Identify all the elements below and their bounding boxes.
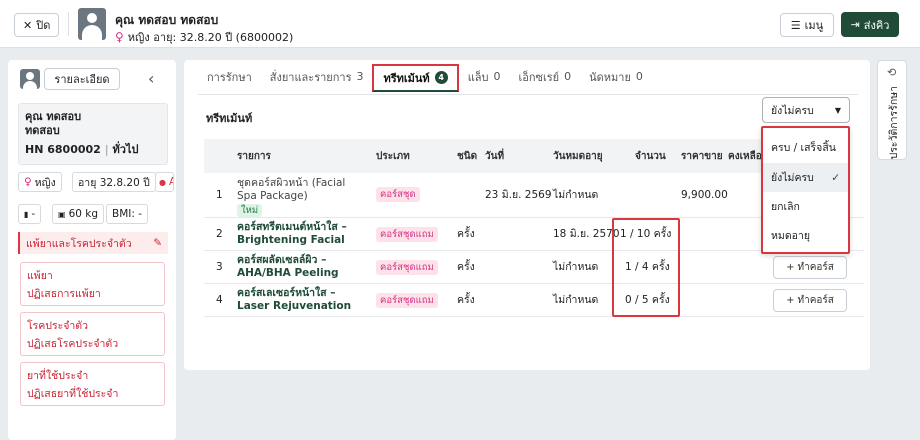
row-type: คอร์สชุดแถม — [376, 293, 438, 308]
tab-divider — [198, 94, 858, 95]
do-course-button[interactable]: + ทำคอร์ส — [773, 289, 847, 312]
medication-box: ยาที่ใช้ประจำ ปฏิเสธยาที่ใช้ประจำ — [20, 362, 165, 406]
patient-name-line1: คุณ ทดสอบ — [25, 110, 82, 123]
status-filter-dropdown: ครบ / เสร็จสิ้น ยังไม่ครบ ✓ ยกเลิก หมดอา… — [761, 126, 850, 254]
gender-chip: ♀ หญิง — [18, 172, 62, 192]
history-clock-icon: ⟲ — [887, 66, 897, 79]
menu-button[interactable]: ☰ เมนู — [780, 13, 834, 37]
column-header: ชนิด — [457, 150, 478, 162]
disease-box: โรคประจำตัว ปฏิเสธโรคประจำตัว — [20, 312, 165, 356]
row-number: 1 — [216, 189, 223, 201]
row-expiry: 18 มิ.ย. 2570 — [553, 228, 620, 240]
row-number: 4 — [216, 294, 223, 306]
row-type: คอร์สชุด — [376, 187, 420, 202]
row-kind: ครั้ง — [457, 228, 475, 240]
row-price: 9,900.00 — [681, 189, 728, 201]
send-queue-button[interactable]: ⇥ ส่งคิว — [841, 12, 899, 37]
row-item: ชุดคอร์สผิวหน้า (Facial Spa Package) ใหม… — [237, 177, 346, 217]
row-type: คอร์สชุดแถม — [376, 227, 438, 242]
avatar — [78, 8, 106, 40]
close-button[interactable]: ✕ ปิด — [14, 13, 60, 37]
column-header: วันที่ — [485, 150, 505, 162]
tab-lab[interactable]: แล็บ 0 — [459, 60, 510, 93]
tab-bar: การรักษา สั่งยาและรายการ 3 ทรีทเม้นท์ 4 … — [198, 60, 652, 93]
exit-arrow-icon: ⇥ — [850, 18, 860, 31]
patient-info-card: คุณ ทดสอบ ทดสอบ HN 6800002 | ทั่วไป — [18, 103, 168, 165]
allergy-section-header: แพ้ยาและโรคประจำตัว ✎ — [18, 232, 168, 254]
blood-chip: ● A — [155, 172, 174, 192]
sidebar-label: ประวัติการรักษา — [888, 86, 900, 160]
height-chip: ▮ - — [18, 204, 42, 224]
column-header: ประเภท — [376, 150, 410, 162]
row-expiry: ไม่กำหนด — [553, 261, 599, 273]
plus-icon: + — [786, 262, 795, 273]
ruler-icon: ▮ — [24, 209, 29, 219]
status-filter-select[interactable]: ยังไม่ครบ ▼ — [762, 97, 850, 123]
table-row: 3 คอร์สผลัดเซลล์ผิว – AHA/BHA Peeling คอ… — [204, 251, 864, 284]
scale-icon: ▣ — [58, 209, 66, 219]
table-row: 4 คอร์สเลเซอร์หน้าใส – Laser Rejuvenatio… — [204, 284, 864, 317]
plus-icon: + — [786, 295, 795, 306]
row-item: คอร์สทรีตเมนต์หน้าใส – Brightening Facia… — [237, 221, 347, 246]
row-date: 23 มิ.ย. 2569 — [485, 189, 552, 201]
dropdown-option-expired[interactable]: หมดอายุ — [763, 221, 848, 250]
check-icon: ✓ — [831, 171, 840, 184]
caret-down-icon: ▼ — [834, 105, 841, 115]
column-header: รายการ — [237, 150, 271, 162]
allergy-box: แพ้ยา ปฏิเสธการแพ้ยา — [20, 262, 165, 306]
female-icon: ♀ — [115, 30, 124, 44]
tab-orders[interactable]: สั่งยาและรายการ 3 — [261, 60, 373, 93]
tab-xray[interactable]: เอ็กซเรย์ 0 — [510, 60, 581, 93]
count-badge: 4 — [434, 71, 448, 84]
weight-chip: ▣ 60 kg — [52, 204, 105, 224]
column-header: ราคาขาย — [681, 150, 723, 162]
hn-number: HN 6800002 — [25, 142, 101, 156]
quantity-highlight — [612, 218, 680, 317]
details-button[interactable]: รายละเอียด — [44, 68, 120, 90]
column-header: วันหมดอายุ — [553, 150, 603, 162]
hamburger-icon: ☰ — [790, 18, 801, 32]
blood-drop-icon: ● — [159, 177, 166, 187]
do-course-button[interactable]: + ทำคอร์ส — [773, 256, 847, 279]
hn-line: HN 6800002 | ทั่วไป — [25, 140, 161, 158]
divider — [68, 12, 69, 36]
hn-type: ทั่วไป — [112, 143, 139, 156]
table-header: รายการ ประเภท ชนิด วันที่ วันหมดอายุ จำน… — [204, 139, 767, 173]
tab-appointments[interactable]: นัดหมาย 0 — [580, 60, 652, 93]
patient-side-panel: รายละเอียด ‹ คุณ ทดสอบ ทดสอบ HN 6800002 … — [8, 60, 176, 440]
row-number: 2 — [216, 228, 223, 240]
dropdown-option-complete[interactable]: ครบ / เสร็จสิ้น — [763, 133, 848, 162]
avatar — [20, 69, 40, 89]
section-title: ทรีทเม้นท์ — [206, 112, 253, 125]
close-icon: ✕ — [23, 18, 33, 32]
row-expiry: ไม่กำหนด — [553, 189, 599, 201]
top-bar: ✕ ปิด คุณ ทดสอบ ทดสอบ ♀ หญิง อายุ: 32.8.… — [0, 0, 920, 48]
age-chip: อายุ 32.8.20 ปี — [72, 172, 156, 192]
row-kind: ครั้ง — [457, 261, 475, 273]
row-kind: ครั้ง — [457, 294, 475, 306]
patient-subtitle: ♀ หญิง อายุ: 32.8.20 ปี (6800002) — [115, 30, 294, 44]
chevron-left-icon[interactable]: ‹ — [148, 69, 154, 88]
column-header: จำนวน — [635, 150, 666, 162]
tab-treatment-history[interactable]: การรักษา — [198, 60, 261, 93]
new-badge: ใหม่ — [237, 204, 263, 217]
female-icon: ♀ — [24, 176, 32, 188]
patient-name-line2: ทดสอบ — [25, 124, 60, 137]
dropdown-option-cancelled[interactable]: ยกเลิก — [763, 192, 848, 221]
dropdown-option-incomplete[interactable]: ยังไม่ครบ ✓ — [763, 163, 848, 192]
row-item: คอร์สผลัดเซลล์ผิว – AHA/BHA Peeling — [237, 254, 339, 279]
row-expiry: ไม่กำหนด — [553, 294, 599, 306]
tab-treatments[interactable]: ทรีทเม้นท์ 4 — [372, 63, 459, 92]
row-item: คอร์สเลเซอร์หน้าใส – Laser Rejuvenation — [237, 287, 352, 312]
treatment-history-sidebar[interactable]: ⟲ ประวัติการรักษา — [877, 60, 907, 160]
edit-icon[interactable]: ✎ — [153, 237, 162, 249]
bmi-chip: BMI: - — [106, 204, 149, 224]
row-type: คอร์สชุดแถม — [376, 260, 438, 275]
row-number: 3 — [216, 261, 223, 273]
